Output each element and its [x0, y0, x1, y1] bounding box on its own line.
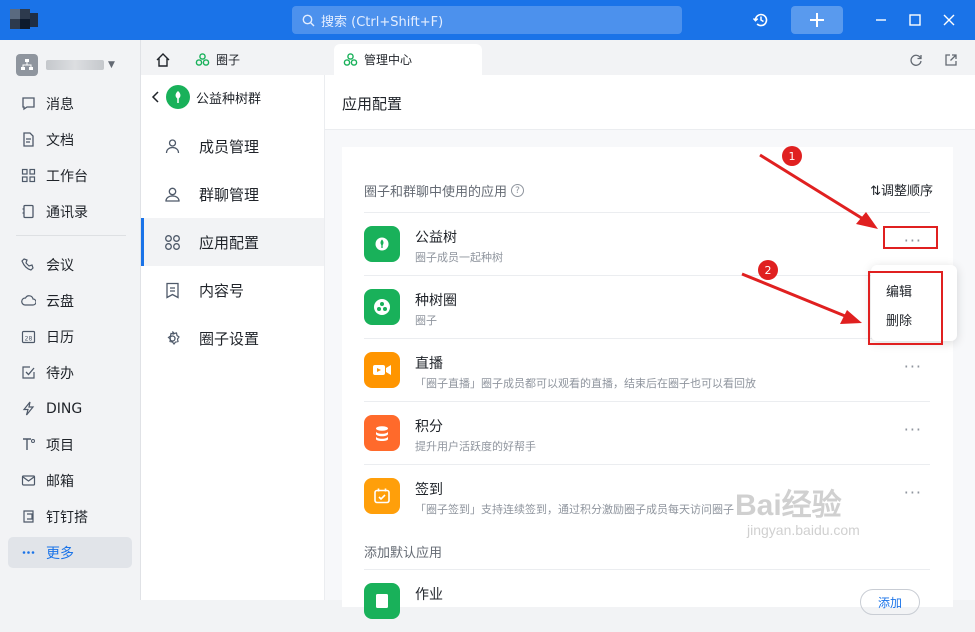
step-badge-1: 1 — [782, 146, 802, 166]
watermark: Bai经验 jingyan.baidu.com — [735, 489, 860, 539]
watermark-url: jingyan.baidu.com — [747, 522, 860, 538]
watermark-brand: Bai经验 — [735, 489, 842, 522]
step-badge-2: 2 — [758, 260, 778, 280]
